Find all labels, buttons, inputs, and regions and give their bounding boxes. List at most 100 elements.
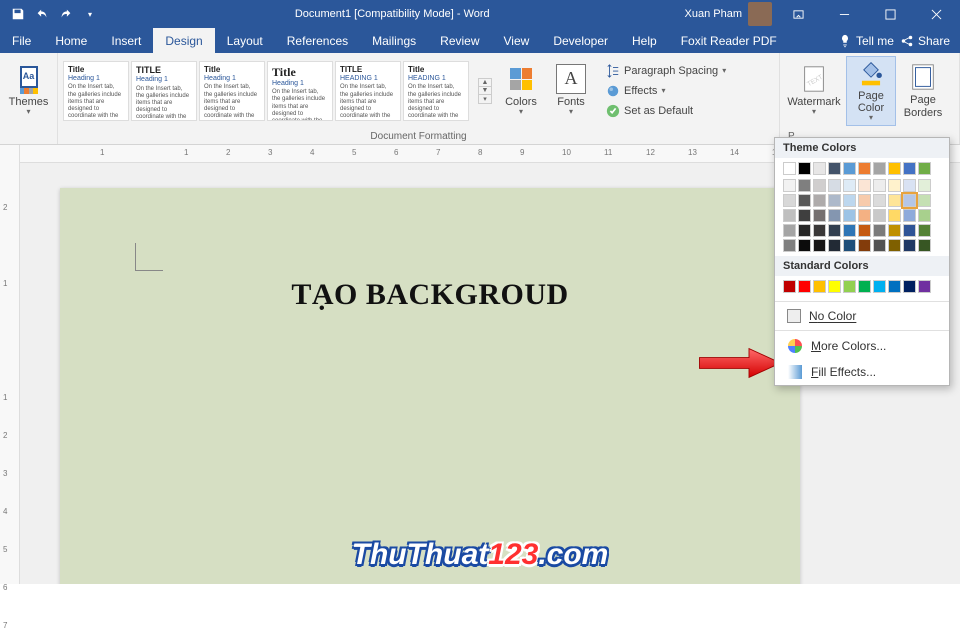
- color-swatch[interactable]: [873, 209, 886, 222]
- color-swatch[interactable]: [858, 179, 871, 192]
- color-swatch[interactable]: [888, 194, 901, 207]
- color-swatch[interactable]: [798, 239, 811, 252]
- ribbon-display-button[interactable]: [778, 0, 818, 28]
- color-swatch[interactable]: [783, 162, 796, 175]
- color-swatch[interactable]: [873, 239, 886, 252]
- color-swatch[interactable]: [813, 239, 826, 252]
- color-swatch[interactable]: [858, 280, 871, 293]
- tab-file[interactable]: File: [0, 28, 43, 53]
- page-borders-button[interactable]: Page Borders: [898, 56, 948, 126]
- color-swatch[interactable]: [813, 209, 826, 222]
- color-swatch[interactable]: [918, 224, 931, 237]
- color-swatch[interactable]: [783, 179, 796, 192]
- color-swatch[interactable]: [918, 179, 931, 192]
- color-swatch[interactable]: [828, 162, 841, 175]
- style-thumb[interactable]: TitleHEADING 1On the Insert tab, the gal…: [403, 61, 469, 121]
- color-swatch[interactable]: [888, 209, 901, 222]
- tab-view[interactable]: View: [492, 28, 542, 53]
- tab-foxit-reader-pdf[interactable]: Foxit Reader PDF: [669, 28, 789, 53]
- color-swatch[interactable]: [828, 239, 841, 252]
- color-swatch[interactable]: [798, 224, 811, 237]
- color-swatch[interactable]: [813, 162, 826, 175]
- themes-button[interactable]: Aa Themes ▾: [4, 56, 53, 126]
- color-swatch[interactable]: [858, 194, 871, 207]
- redo-button[interactable]: [56, 4, 76, 24]
- tab-mailings[interactable]: Mailings: [360, 28, 428, 53]
- set-default-button[interactable]: Set as Default: [602, 101, 730, 121]
- style-thumb[interactable]: TITLEHeading 1On the Insert tab, the gal…: [131, 61, 197, 121]
- color-swatch[interactable]: [873, 224, 886, 237]
- tab-review[interactable]: Review: [428, 28, 491, 53]
- gallery-more-button[interactable]: ▾: [479, 95, 491, 103]
- color-swatch[interactable]: [888, 239, 901, 252]
- color-swatch[interactable]: [828, 280, 841, 293]
- color-swatch[interactable]: [813, 224, 826, 237]
- color-swatch[interactable]: [903, 280, 916, 293]
- color-swatch[interactable]: [783, 239, 796, 252]
- gallery-down-button[interactable]: ▼: [479, 87, 491, 95]
- color-swatch[interactable]: [903, 239, 916, 252]
- color-swatch[interactable]: [813, 179, 826, 192]
- color-swatch[interactable]: [888, 280, 901, 293]
- color-swatch[interactable]: [783, 224, 796, 237]
- color-swatch[interactable]: [843, 179, 856, 192]
- tab-home[interactable]: Home: [43, 28, 99, 53]
- gallery-up-button[interactable]: ▲: [479, 79, 491, 87]
- color-swatch[interactable]: [858, 239, 871, 252]
- color-swatch[interactable]: [783, 194, 796, 207]
- color-swatch[interactable]: [903, 224, 916, 237]
- style-thumb[interactable]: TitleHeading 1On the Insert tab, the gal…: [199, 61, 265, 121]
- color-swatch[interactable]: [798, 209, 811, 222]
- tab-developer[interactable]: Developer: [541, 28, 620, 53]
- vertical-ruler[interactable]: 211234567: [0, 145, 20, 584]
- color-swatch[interactable]: [828, 179, 841, 192]
- tab-layout[interactable]: Layout: [215, 28, 275, 53]
- tab-references[interactable]: References: [275, 28, 360, 53]
- effects-button[interactable]: Effects ▾: [602, 81, 730, 101]
- account-username[interactable]: Xuan Pham: [685, 8, 742, 20]
- color-swatch[interactable]: [888, 162, 901, 175]
- color-swatch[interactable]: [828, 224, 841, 237]
- color-swatch[interactable]: [903, 162, 916, 175]
- color-swatch[interactable]: [813, 280, 826, 293]
- color-swatch[interactable]: [903, 194, 916, 207]
- color-swatch[interactable]: [798, 194, 811, 207]
- color-swatch[interactable]: [858, 209, 871, 222]
- color-swatch[interactable]: [873, 194, 886, 207]
- color-swatch[interactable]: [843, 280, 856, 293]
- undo-button[interactable]: [32, 4, 52, 24]
- maximize-button[interactable]: [870, 0, 910, 28]
- tab-help[interactable]: Help: [620, 28, 669, 53]
- close-window-button[interactable]: [916, 0, 956, 28]
- color-swatch[interactable]: [798, 179, 811, 192]
- account-avatar[interactable]: [748, 2, 772, 26]
- color-swatch[interactable]: [918, 194, 931, 207]
- fonts-button[interactable]: A Fonts ▾: [550, 56, 592, 126]
- color-swatch[interactable]: [918, 280, 931, 293]
- color-swatch[interactable]: [843, 224, 856, 237]
- color-swatch[interactable]: [783, 209, 796, 222]
- watermark-button[interactable]: TEXT Watermark ▾: [784, 56, 844, 126]
- color-swatch[interactable]: [798, 162, 811, 175]
- style-thumb[interactable]: TitleHeading 1On the Insert tab, the gal…: [267, 61, 333, 121]
- document-headline[interactable]: TẠO BACKGROUD: [60, 278, 800, 312]
- color-swatch[interactable]: [843, 209, 856, 222]
- color-swatch[interactable]: [813, 194, 826, 207]
- no-color-button[interactable]: No Color: [775, 304, 949, 328]
- style-gallery[interactable]: TitleHeading 1On the Insert tab, the gal…: [62, 59, 470, 123]
- color-swatch[interactable]: [798, 280, 811, 293]
- fill-effects-button[interactable]: Fill Effects...: [775, 359, 949, 385]
- color-swatch[interactable]: [858, 162, 871, 175]
- color-swatch[interactable]: [918, 162, 931, 175]
- color-swatch[interactable]: [783, 280, 796, 293]
- color-swatch[interactable]: [843, 162, 856, 175]
- color-swatch[interactable]: [918, 239, 931, 252]
- color-swatch[interactable]: [843, 194, 856, 207]
- document-page[interactable]: TẠO BACKGROUD: [60, 188, 800, 584]
- style-thumb[interactable]: TITLEHEADING 1On the Insert tab, the gal…: [335, 61, 401, 121]
- paragraph-spacing-button[interactable]: Paragraph Spacing ▾: [602, 61, 730, 81]
- style-thumb[interactable]: TitleHeading 1On the Insert tab, the gal…: [63, 61, 129, 121]
- more-colors-button[interactable]: More Colors...: [775, 333, 949, 359]
- color-swatch[interactable]: [828, 209, 841, 222]
- tab-design[interactable]: Design: [153, 28, 214, 53]
